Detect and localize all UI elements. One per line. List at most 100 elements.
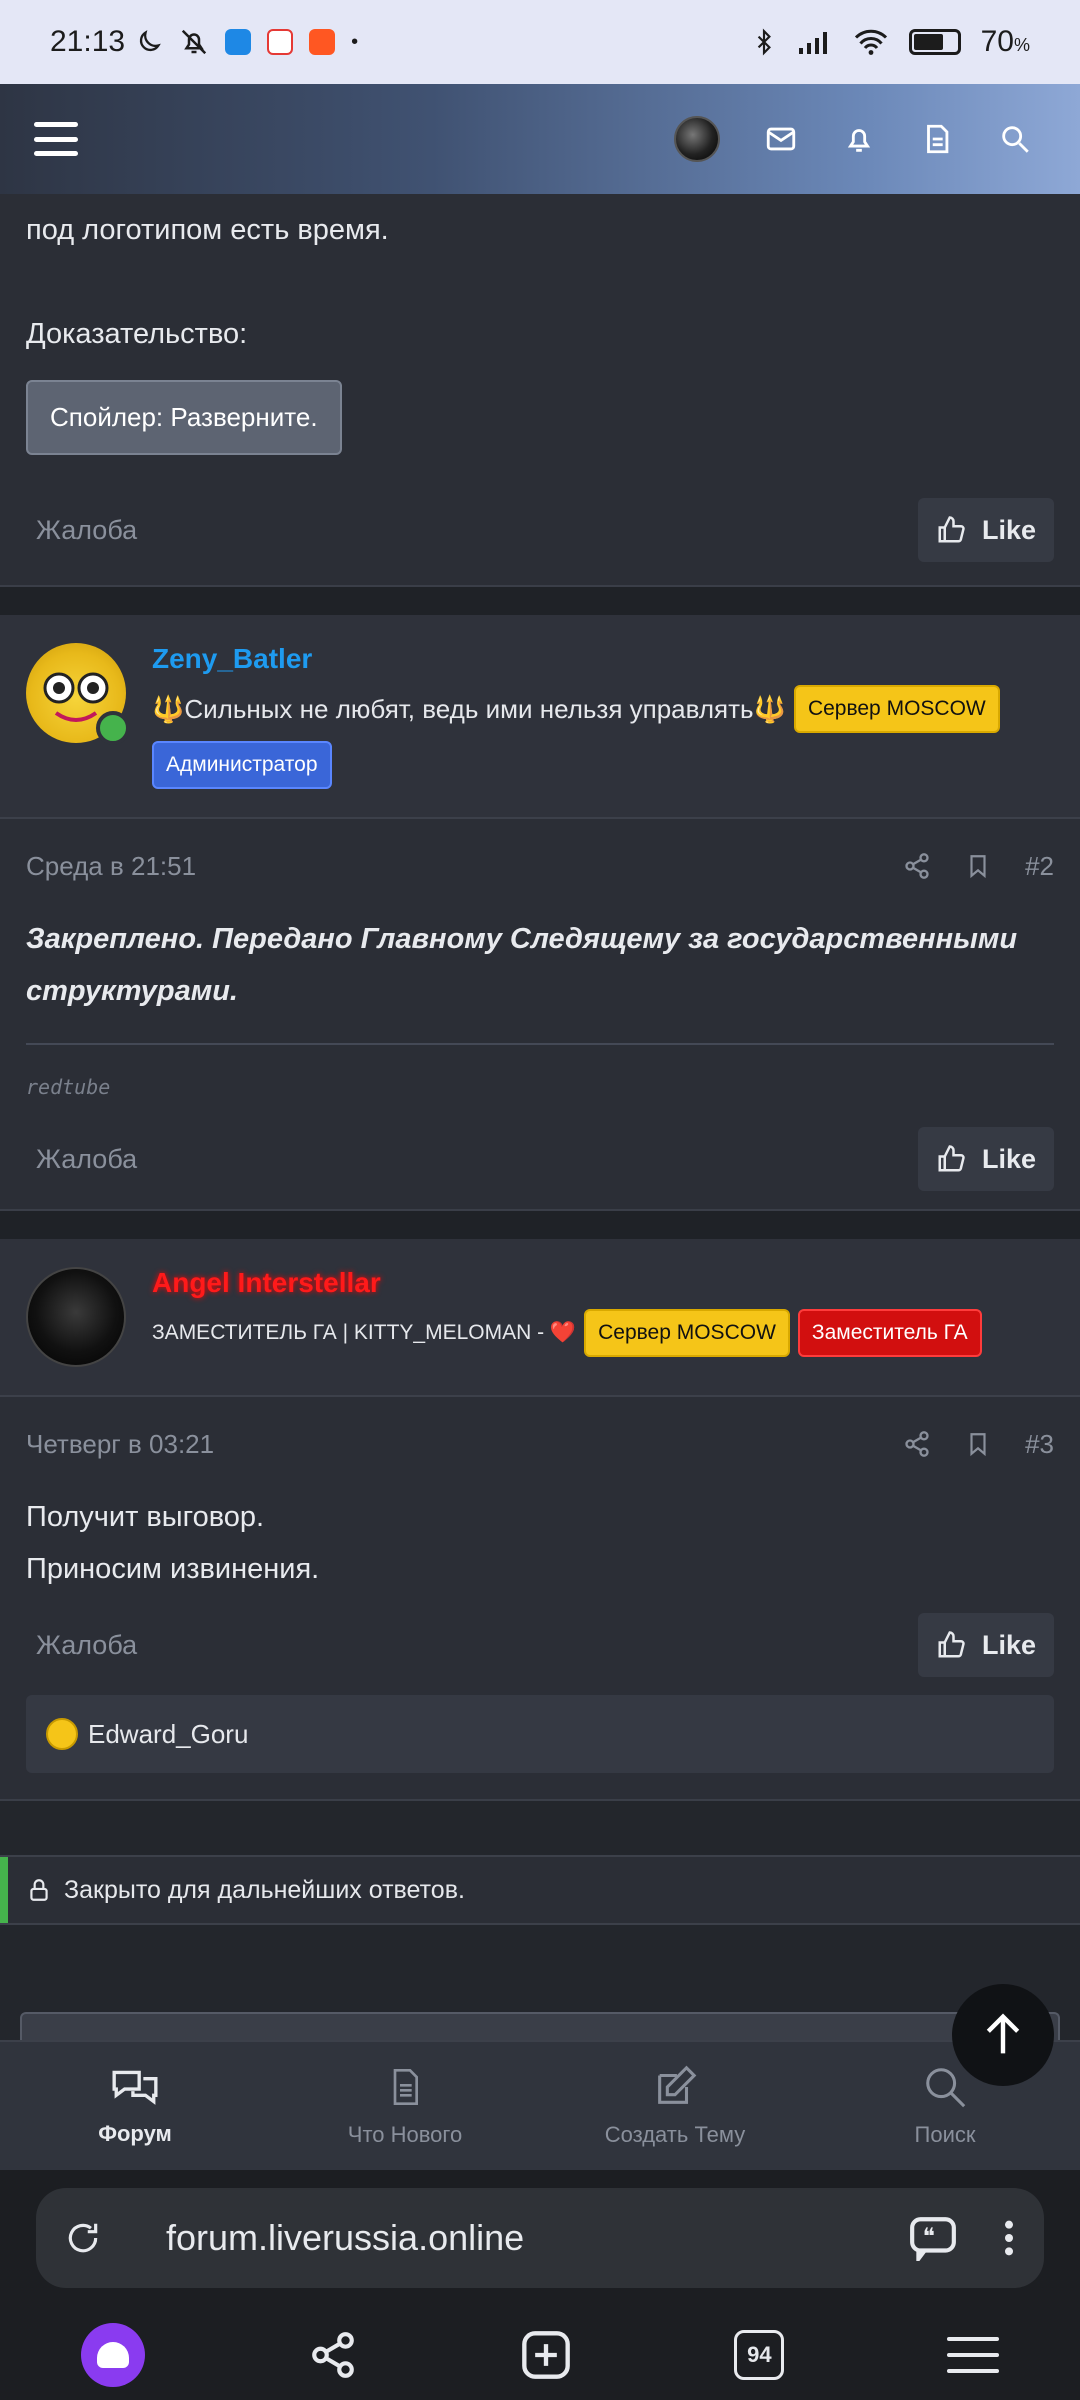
- post-text-line: Приносим извинения.: [26, 1553, 320, 1585]
- bookmark-icon[interactable]: [965, 852, 991, 880]
- status-left-icons: •: [135, 27, 358, 57]
- like-label: Like: [981, 1629, 1036, 1660]
- share-icon[interactable]: [903, 1430, 931, 1458]
- report-link[interactable]: Жалоба: [26, 1630, 137, 1661]
- search-icon: [926, 2068, 966, 2108]
- document-icon: [393, 2069, 418, 2105]
- post-3: Angel Interstellar ЗАМЕСТИТЕЛЬ ГА | KITT…: [0, 1239, 1080, 1801]
- svg-text:❝: ❝: [923, 2224, 935, 2250]
- post-author: Zeny_Batler 🔱Сильных не любят, ведь ими …: [0, 615, 1080, 819]
- user-title: 🔱Сильных не любят, ведь ими нельзя управ…: [152, 693, 786, 724]
- tab-label: Что Нового: [347, 2122, 463, 2147]
- post-text-line: Получит выговор.: [26, 1501, 265, 1533]
- address-bar[interactable]: forum.liverussia.online ❝: [36, 2188, 1044, 2288]
- thumbs-up-icon: [938, 516, 965, 543]
- url-text[interactable]: forum.liverussia.online: [166, 2217, 908, 2259]
- thread-closed-notice: Закрыто для дальнейших ответов.: [0, 1855, 1080, 1925]
- signature: redtube: [26, 1075, 111, 1099]
- user-title: ЗАМЕСТИТЕЛЬ ГА | KITTY_MELOMAN - ❤️: [152, 1321, 577, 1344]
- online-status-icon: [96, 711, 130, 745]
- status-time: 21:13: [50, 25, 126, 58]
- tab-count: 94: [747, 2342, 772, 2367]
- tab-forum[interactable]: Форум: [0, 2042, 270, 2170]
- post-separator: [0, 1211, 1080, 1239]
- chat-bubbles-icon: [112, 2070, 158, 2105]
- quote-bubble-icon[interactable]: ❝: [908, 2215, 958, 2261]
- mail-icon[interactable]: [764, 122, 798, 156]
- thread-content: под логотипом есть время. Доказательство…: [0, 194, 1080, 1925]
- like-button[interactable]: Like: [917, 1613, 1054, 1677]
- browser-chrome: forum.liverussia.online ❝ 94: [0, 2170, 1080, 2400]
- browser-bottom-bar: 94: [0, 2310, 1080, 2400]
- browser-menu-icon[interactable]: [946, 2337, 999, 2373]
- battery-icon: [908, 29, 961, 55]
- post-number[interactable]: #3: [1025, 1429, 1054, 1460]
- username[interactable]: Angel Interstellar: [152, 1267, 982, 1299]
- reactions-bar[interactable]: Edward_Goru: [26, 1695, 1054, 1773]
- document-icon[interactable]: [920, 122, 954, 156]
- forum-header: [0, 84, 1080, 194]
- server-badge: Сервер MOSCOW: [793, 685, 1000, 733]
- spoiler-button[interactable]: Спойлер: Разверните.: [26, 380, 342, 455]
- signal-icon: [798, 32, 827, 54]
- thumbs-up-icon: [938, 1631, 965, 1658]
- assistant-icon[interactable]: [81, 2323, 146, 2387]
- tabs-counter-button[interactable]: 94: [734, 2330, 785, 2380]
- tab-whats-new[interactable]: Что Нового: [270, 2042, 540, 2170]
- bluetooth-icon: [757, 28, 771, 56]
- share-icon[interactable]: [903, 852, 931, 880]
- post-2: Zeny_Batler 🔱Сильных не любят, ведь ими …: [0, 615, 1080, 1211]
- moon-icon: [139, 30, 161, 52]
- thumbs-up-icon: [938, 1145, 965, 1172]
- closed-label: Закрыто для дальнейших ответов.: [64, 1875, 465, 1904]
- bookmark-icon[interactable]: [965, 1430, 991, 1458]
- yandex-app-icon: [267, 29, 294, 55]
- video-app-icon: [309, 29, 336, 55]
- tab-label: Создать Тему: [604, 2122, 746, 2147]
- post-message: Закреплено. Передано Главному Следящему …: [26, 923, 1018, 1007]
- wifi-icon: [854, 29, 887, 55]
- username[interactable]: Zeny_Batler: [152, 643, 1054, 675]
- tab-label: Форум: [98, 2121, 172, 2146]
- messages-app-icon: [225, 29, 252, 55]
- search-icon[interactable]: [998, 122, 1032, 156]
- bell-off-icon: [181, 29, 207, 55]
- server-badge: Сервер MOSCOW: [584, 1309, 790, 1357]
- new-tab-icon[interactable]: [520, 2329, 572, 2381]
- laughing-emoji-icon: [46, 1718, 78, 1750]
- status-bar: 21:13 • 70%: [0, 0, 1080, 84]
- like-label: Like: [981, 1143, 1036, 1174]
- post-text-line: Доказательство:: [26, 318, 248, 350]
- post-text-line: под логотипом есть время.: [26, 214, 389, 246]
- pagination-strip: [20, 2012, 1060, 2040]
- like-button[interactable]: Like: [917, 498, 1054, 562]
- like-button[interactable]: Like: [917, 1127, 1054, 1191]
- edit-icon: [658, 2065, 697, 2104]
- reaction-user[interactable]: Edward_Goru: [88, 1719, 248, 1750]
- tab-label: Поиск: [914, 2122, 976, 2147]
- more-dot-icon: •: [351, 30, 359, 53]
- lock-icon: [30, 1879, 48, 1901]
- post-date[interactable]: Среда в 21:51: [26, 851, 196, 882]
- post-date[interactable]: Четверг в 03:21: [26, 1429, 214, 1460]
- share-icon[interactable]: [308, 2330, 358, 2380]
- report-link[interactable]: Жалоба: [26, 1144, 137, 1175]
- tab-create-thread[interactable]: Создать Тему: [540, 2042, 810, 2170]
- scroll-to-top-button[interactable]: [952, 1984, 1054, 2086]
- forum-tab-bar: Форум Что Нового Создать Тему Поиск: [0, 2040, 1080, 2170]
- post-number[interactable]: #2: [1025, 851, 1054, 882]
- post-separator: [0, 587, 1080, 615]
- post-1: под логотипом есть время. Доказательство…: [0, 194, 1080, 587]
- menu-icon[interactable]: [34, 122, 78, 156]
- avatar[interactable]: [26, 1267, 126, 1367]
- role-badge: Заместитель ГА: [797, 1309, 982, 1357]
- bell-icon[interactable]: [842, 122, 876, 156]
- account-avatar[interactable]: [674, 116, 720, 162]
- battery-level: 70%: [980, 25, 1030, 58]
- report-link[interactable]: Жалоба: [26, 515, 137, 546]
- like-label: Like: [981, 514, 1036, 545]
- avatar[interactable]: [26, 643, 130, 745]
- reload-icon[interactable]: [64, 2219, 102, 2257]
- post-author: Angel Interstellar ЗАМЕСТИТЕЛЬ ГА | KITT…: [0, 1239, 1080, 1397]
- more-vertical-icon[interactable]: [1002, 2218, 1016, 2258]
